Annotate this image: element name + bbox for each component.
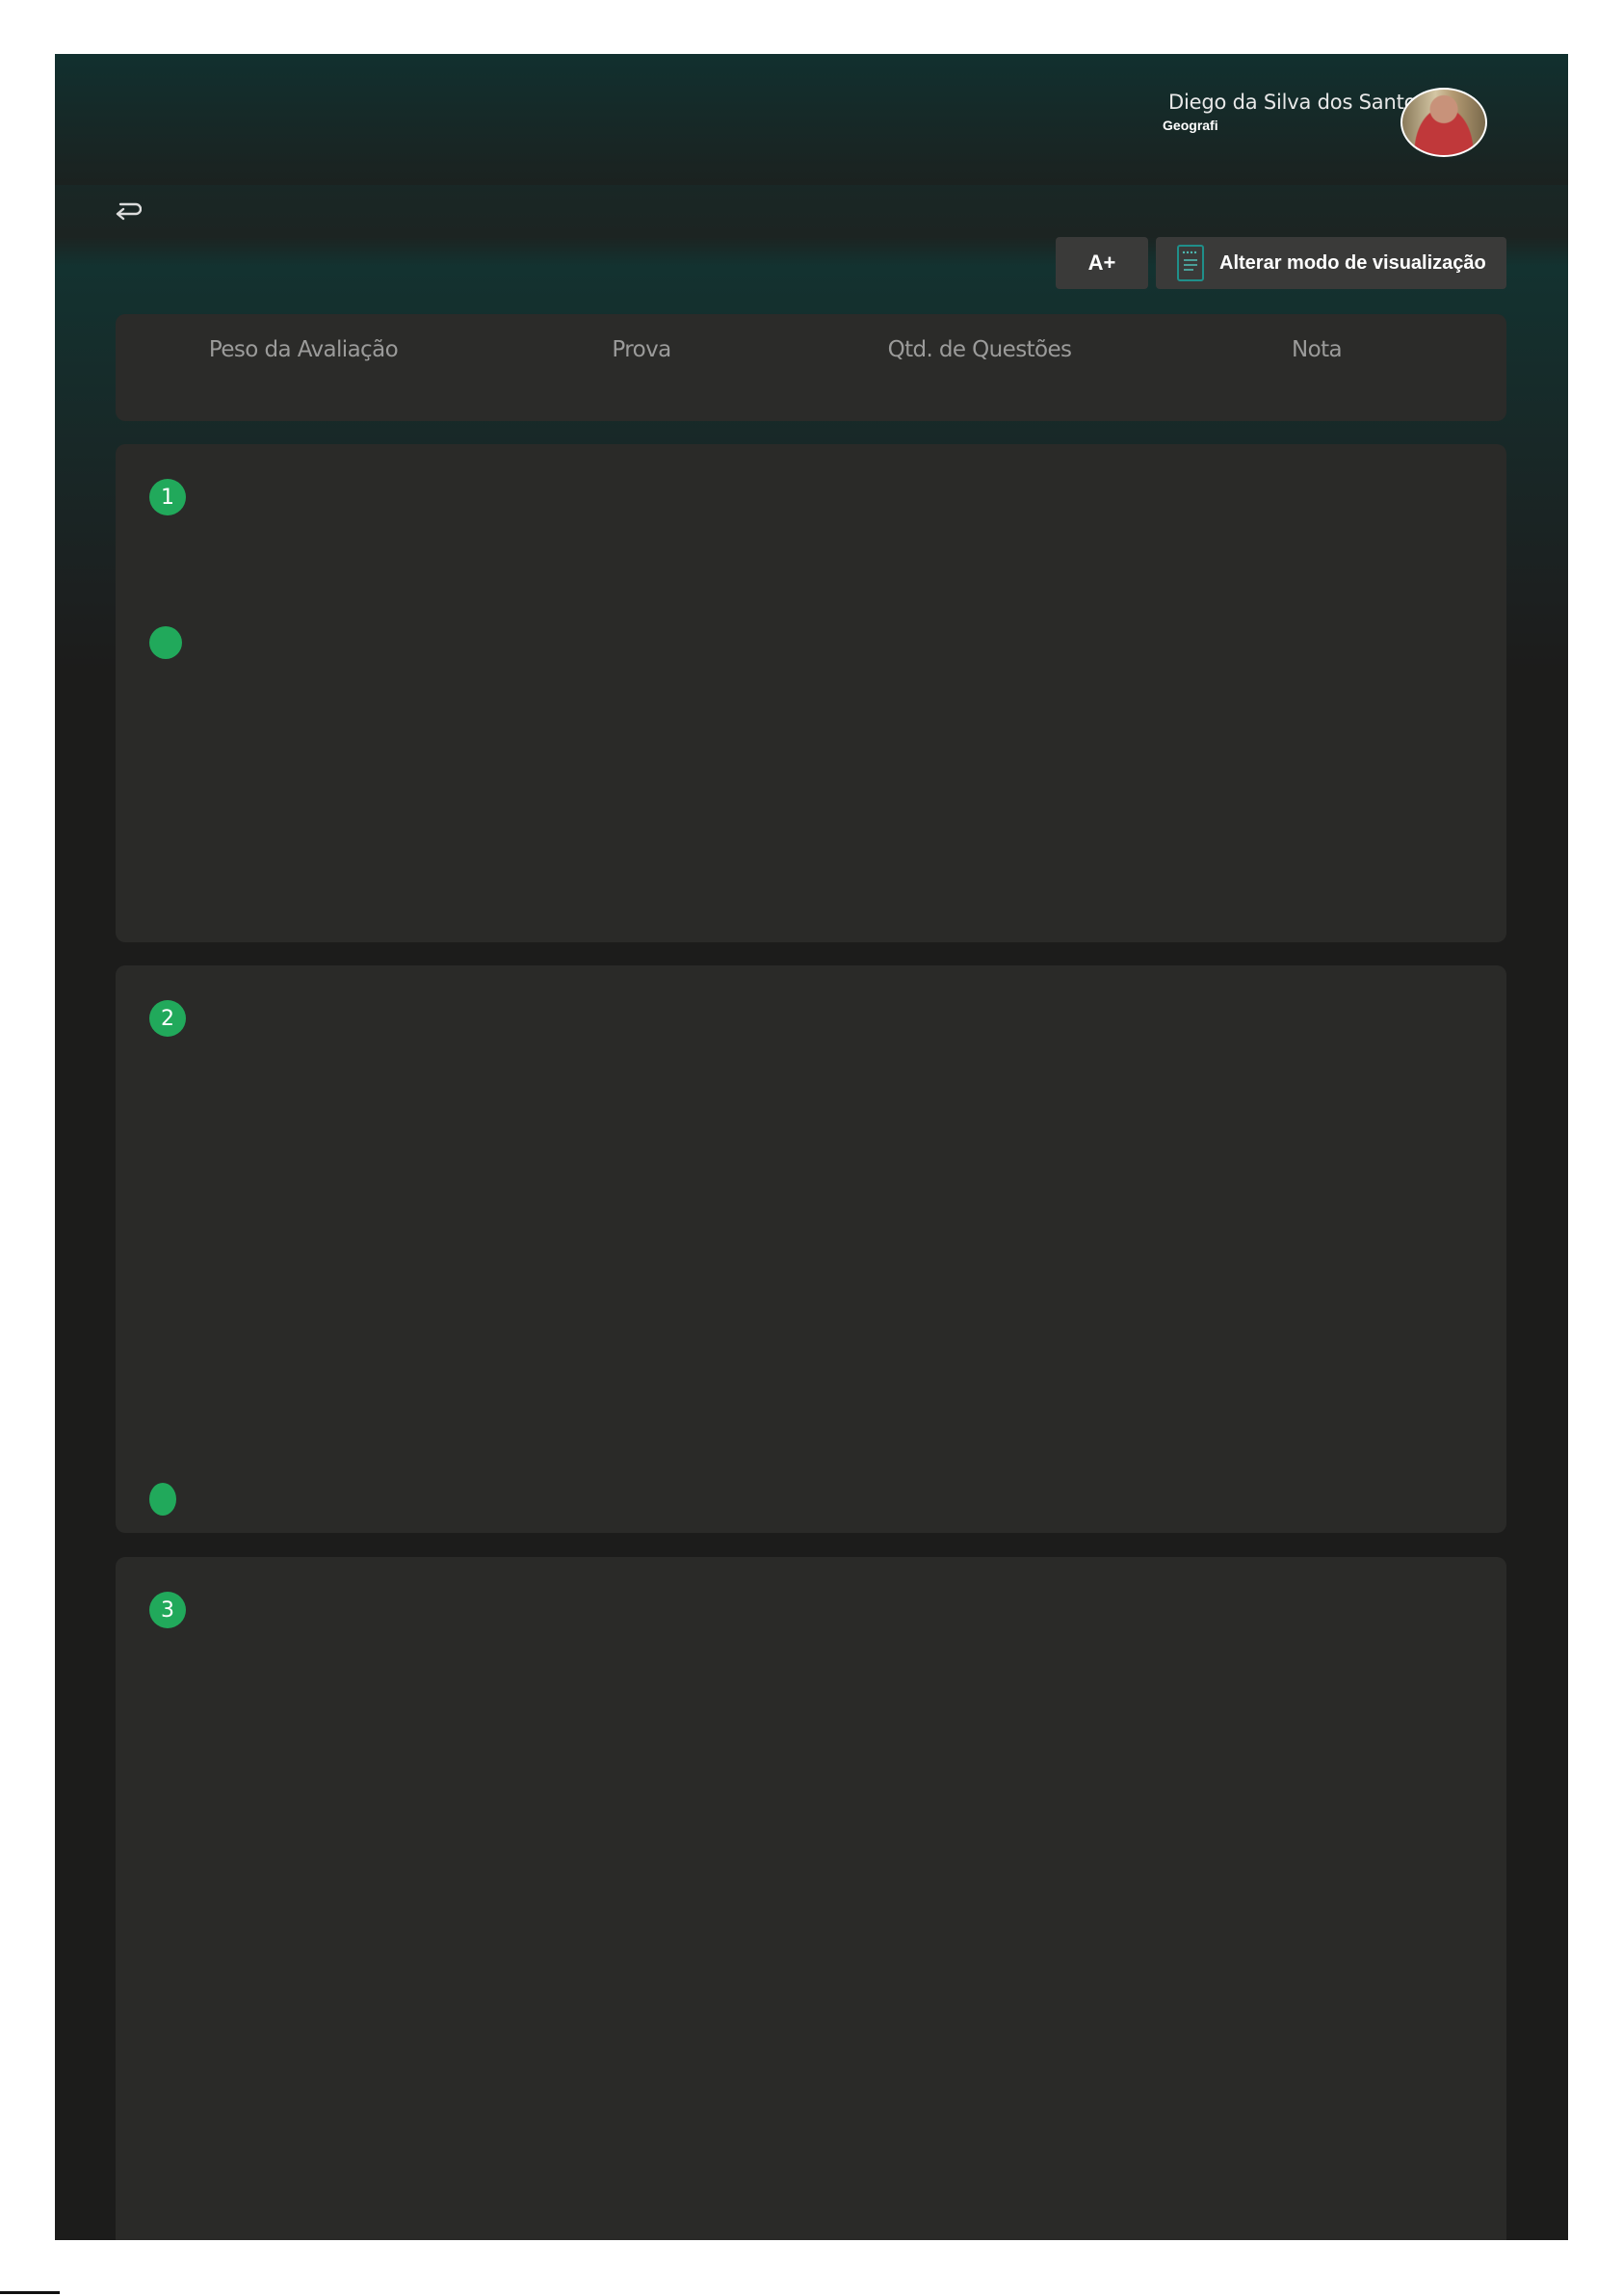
question-number-badge: 3 xyxy=(149,1592,186,1628)
column-header-weight: Peso da Avaliação xyxy=(208,337,399,362)
font-size-button-label: A+ xyxy=(1087,251,1116,275)
document-icon xyxy=(1177,245,1204,281)
avatar[interactable] xyxy=(1400,88,1487,157)
view-mode-button-label: Alterar modo de visualização xyxy=(1219,251,1486,274)
app-window: Diego da Silva dos Santos Geografi A+ Al… xyxy=(55,54,1568,2240)
answer-option-marker[interactable] xyxy=(149,626,182,659)
column-header-grade: Nota xyxy=(1292,337,1343,362)
answer-option-marker[interactable] xyxy=(149,1483,176,1516)
view-mode-button[interactable]: Alterar modo de visualização xyxy=(1156,237,1506,289)
column-header-exam: Prova xyxy=(612,337,671,362)
question-card-2: 2 xyxy=(116,965,1506,1533)
exam-summary-header: Peso da Avaliação Prova Qtd. de Questões… xyxy=(116,314,1506,421)
column-header-question-count: Qtd. de Questões xyxy=(887,337,1072,362)
user-info: Diego da Silva dos Santos Geografi xyxy=(1163,91,1427,133)
question-number-badge: 1 xyxy=(149,479,186,515)
question-number-badge: 2 xyxy=(149,1000,186,1037)
back-arrow-icon[interactable] xyxy=(113,198,143,222)
question-card-3: 3 xyxy=(116,1557,1506,2240)
top-bar: Diego da Silva dos Santos Geografi xyxy=(55,54,1568,185)
user-name: Diego da Silva dos Santos xyxy=(1168,91,1427,114)
user-subject: Geografi xyxy=(1163,118,1218,133)
question-card-1: 1 xyxy=(116,444,1506,942)
bottom-edge-artifact xyxy=(0,2291,60,2294)
font-size-button[interactable]: A+ xyxy=(1056,237,1148,289)
